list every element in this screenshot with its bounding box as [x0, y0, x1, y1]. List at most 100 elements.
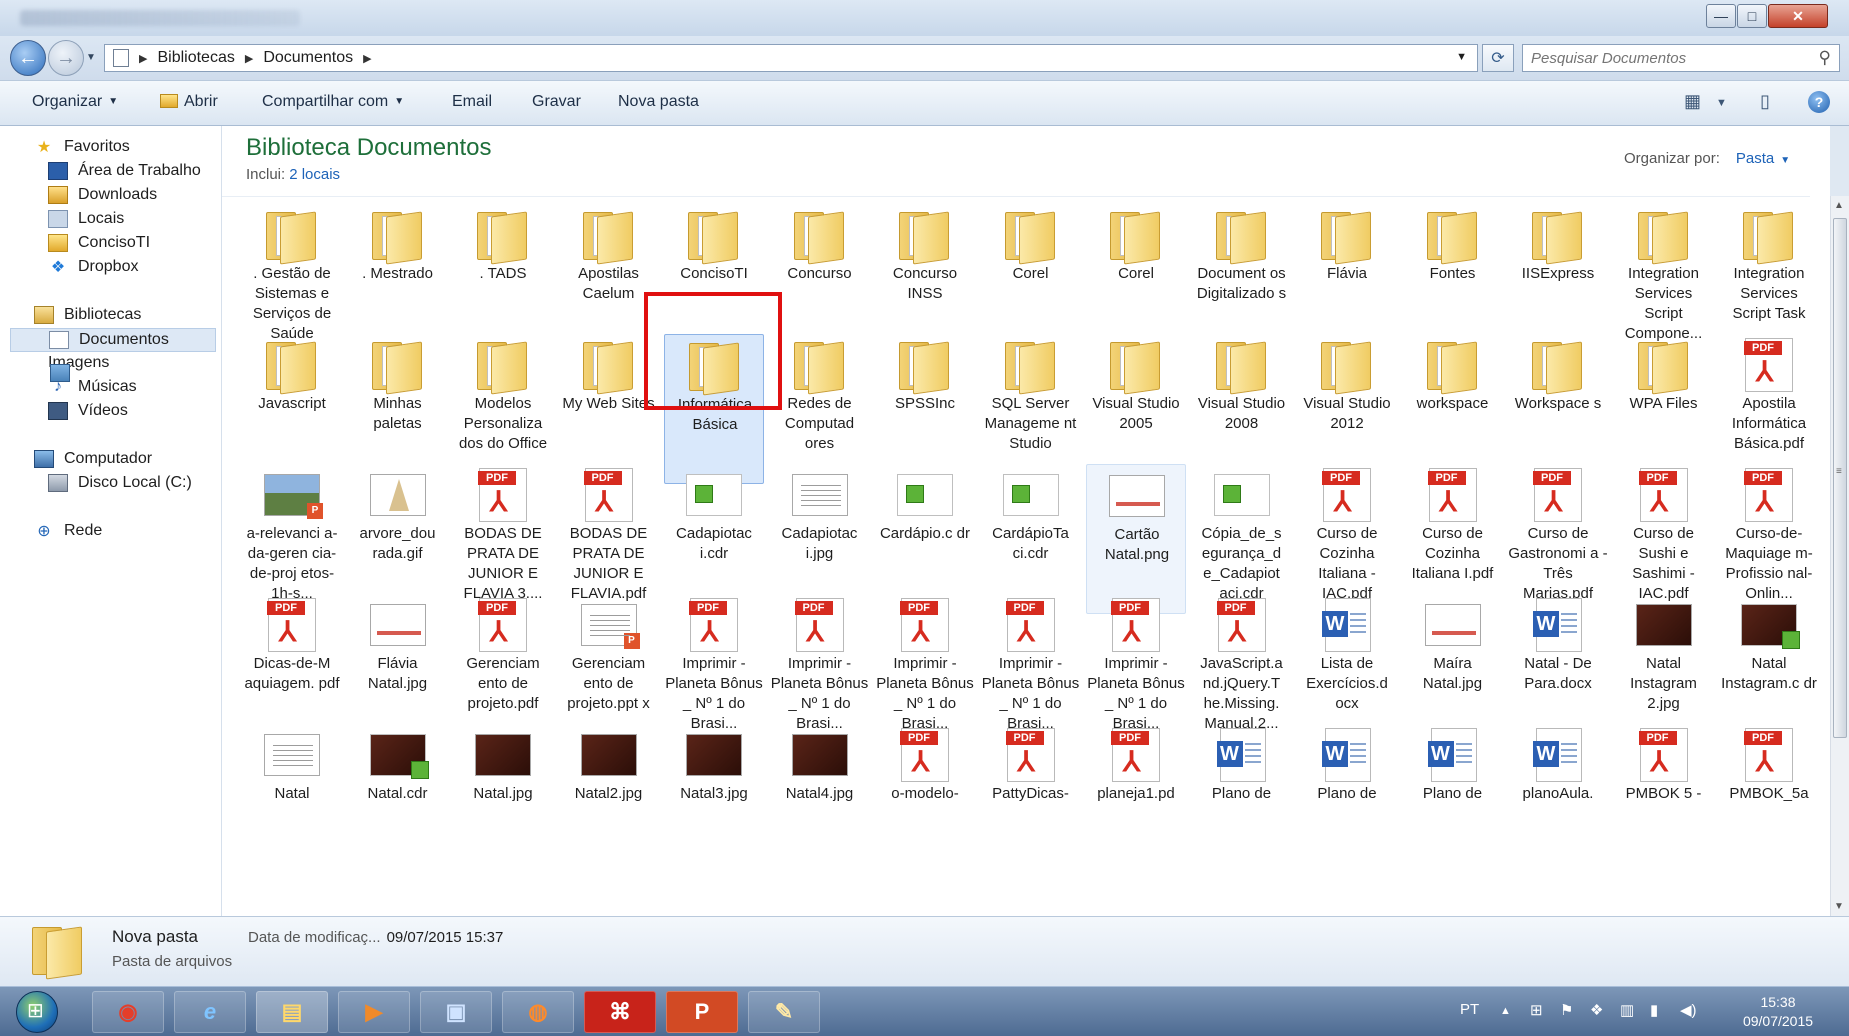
- organize-button[interactable]: Organizar ▼: [32, 93, 118, 111]
- firefox-icon[interactable]: ◍: [502, 991, 574, 1033]
- recent-pages-dropdown[interactable]: ▼: [86, 52, 96, 63]
- file-item[interactable]: IISExpress: [1508, 204, 1608, 354]
- action-center-flag-icon[interactable]: ⚑: [1560, 1001, 1573, 1019]
- email-button[interactable]: Email: [452, 93, 492, 111]
- address-bar[interactable]: ▶ Bibliotecas ▶ Documentos ▶ ▼: [104, 44, 1478, 72]
- file-item[interactable]: WPA Files: [1614, 334, 1714, 484]
- nav-downloads[interactable]: Downloads: [48, 186, 157, 204]
- breadcrumb-bibliotecas[interactable]: Bibliotecas: [157, 49, 234, 67]
- nav-documents[interactable]: Documentos: [10, 328, 216, 352]
- file-item[interactable]: PDF ⅄ Curso de Cozinha Italiana I.pdf: [1403, 464, 1503, 614]
- preview-pane-icon[interactable]: ▯: [1760, 91, 1770, 112]
- nav-pictures[interactable]: Imagens: [48, 354, 109, 382]
- file-item[interactable]: PDF ⅄ Imprimir - Planeta Bônus _ Nº 1 do B…: [981, 594, 1081, 744]
- file-item[interactable]: P Gerenciam ento de projeto.ppt x: [559, 594, 659, 744]
- file-item[interactable]: PDF ⅄ o-modelo-: [875, 724, 975, 874]
- nav-computer[interactable]: Computador: [34, 450, 152, 468]
- file-item[interactable]: W Lista de Exercícios.d ocx: [1297, 594, 1397, 744]
- file-item[interactable]: Maíra Natal.jpg: [1403, 594, 1503, 744]
- file-item[interactable]: Cadapiotac i.jpg: [770, 464, 870, 614]
- file-item[interactable]: Cadapiotac i.cdr: [664, 464, 764, 614]
- file-item[interactable]: Redes de Computad ores: [770, 334, 870, 484]
- breadcrumb-separator-icon[interactable]: ▶: [245, 52, 253, 65]
- file-item[interactable]: SPSSInc: [875, 334, 975, 484]
- nav-concisoti[interactable]: ConcisoTI: [48, 234, 150, 252]
- file-item[interactable]: Natal4.jpg: [770, 724, 870, 874]
- minimize-button[interactable]: —: [1706, 4, 1736, 28]
- back-button[interactable]: ←: [10, 40, 46, 76]
- breadcrumb-documentos[interactable]: Documentos: [263, 49, 353, 67]
- file-item[interactable]: workspace: [1403, 334, 1503, 484]
- file-item[interactable]: PDF ⅄ Curso-de- Maquiage m-Profissio nal-O…: [1719, 464, 1819, 614]
- file-item[interactable]: Javascript: [242, 334, 342, 484]
- nav-local-disk[interactable]: Disco Local (C:): [48, 474, 192, 492]
- file-item[interactable]: Fontes: [1403, 204, 1503, 354]
- file-item[interactable]: Natal2.jpg: [559, 724, 659, 874]
- file-item[interactable]: Concurso: [770, 204, 870, 354]
- file-item[interactable]: Cópia_de_s egurança_d e_Cadapiot aci.cdr: [1192, 464, 1292, 614]
- nav-dropbox[interactable]: ❖ Dropbox: [48, 258, 139, 276]
- file-item[interactable]: PDF ⅄ PMBOK_5a: [1719, 724, 1819, 874]
- file-item[interactable]: W Plano de: [1297, 724, 1397, 874]
- scroll-up-icon[interactable]: ▲: [1834, 200, 1844, 211]
- nav-places[interactable]: Locais: [48, 210, 124, 228]
- internet-explorer-icon[interactable]: e: [174, 991, 246, 1033]
- file-item[interactable]: PDF ⅄ planeja1.pd: [1086, 724, 1186, 874]
- file-item[interactable]: PDF ⅄ Curso de Gastronomi a - Três Marias.…: [1508, 464, 1608, 614]
- file-item[interactable]: Cardápio.c dr: [875, 464, 975, 614]
- file-item[interactable]: PDF ⅄ Imprimir - Planeta Bônus _ Nº 1 do B…: [664, 594, 764, 744]
- nav-network[interactable]: ⊕ Rede: [34, 522, 102, 540]
- library-locations-link[interactable]: 2 locais: [289, 166, 340, 183]
- file-item[interactable]: Integration Services Script Compone...: [1614, 204, 1714, 354]
- file-item[interactable]: Natal.cdr: [348, 724, 448, 874]
- change-view-icon[interactable]: ▦: [1684, 91, 1701, 112]
- chevron-down-icon[interactable]: ▼: [1780, 155, 1790, 166]
- windows-explorer-icon[interactable]: ▤: [256, 991, 328, 1033]
- file-item[interactable]: W Natal - De Para.docx: [1508, 594, 1608, 744]
- file-item[interactable]: PDF ⅄ Imprimir - Planeta Bônus _ Nº 1 do B…: [875, 594, 975, 744]
- file-item[interactable]: Natal Instagram 2.jpg: [1614, 594, 1714, 744]
- file-item[interactable]: PDF ⅄ PattyDicas-: [981, 724, 1081, 874]
- remote-desktop-icon[interactable]: ▣: [420, 991, 492, 1033]
- file-item[interactable]: SQL Server Manageme nt Studio: [981, 334, 1081, 484]
- search-box[interactable]: ⚲: [1522, 44, 1840, 72]
- refresh-button[interactable]: ⟳: [1482, 44, 1514, 72]
- file-item[interactable]: Cartão Natal.png: [1086, 464, 1186, 614]
- nav-libraries[interactable]: Bibliotecas: [34, 306, 141, 324]
- view-dropdown-icon[interactable]: ▼: [1716, 97, 1727, 109]
- scrollbar-thumb[interactable]: [1833, 218, 1847, 738]
- file-item[interactable]: PDF ⅄ PMBOK 5 -: [1614, 724, 1714, 874]
- file-item[interactable]: PDF ⅄ BODAS DE PRATA DE JUNIOR E FLAVIA 3.…: [453, 464, 553, 614]
- file-item[interactable]: PDF ⅄ BODAS DE PRATA DE JUNIOR E FLAVIA.pd…: [559, 464, 659, 614]
- file-item[interactable]: Corel: [1086, 204, 1186, 354]
- file-item[interactable]: . Gestão de Sistemas e Serviços de Saúde: [242, 204, 342, 354]
- nav-videos[interactable]: Vídeos: [48, 402, 128, 420]
- file-item[interactable]: Visual Studio 2005: [1086, 334, 1186, 484]
- nav-desktop[interactable]: Área de Trabalho: [48, 162, 201, 180]
- file-item[interactable]: Pa-relevanci a-da-geren cia-de-proj etos…: [242, 464, 342, 614]
- chrome-icon[interactable]: ◉: [92, 991, 164, 1033]
- show-hidden-icons-icon[interactable]: ▲: [1500, 1005, 1511, 1017]
- file-item[interactable]: Document os Digitalizado s: [1192, 204, 1292, 354]
- file-item[interactable]: Integration Services Script Task: [1719, 204, 1819, 354]
- search-input[interactable]: [1523, 45, 1793, 71]
- media-player-icon[interactable]: ▶: [338, 991, 410, 1033]
- file-item[interactable]: PDF ⅄ Dicas-de-M aquiagem. pdf: [242, 594, 342, 744]
- nav-favorites[interactable]: ★ Favoritos: [34, 138, 130, 156]
- breadcrumb-separator-icon[interactable]: ▶: [363, 52, 371, 65]
- file-item[interactable]: W Plano de: [1403, 724, 1503, 874]
- file-item[interactable]: Natal: [242, 724, 342, 874]
- file-item[interactable]: PDF ⅄ Imprimir - Planeta Bônus _ Nº 1 do B…: [1086, 594, 1186, 744]
- file-item[interactable]: Concurso INSS: [875, 204, 975, 354]
- file-item[interactable]: PDF ⅄ Imprimir - Planeta Bônus _ Nº 1 do B…: [770, 594, 870, 744]
- search-icon[interactable]: ⚲: [1819, 48, 1831, 68]
- file-item[interactable]: . TADS: [453, 204, 553, 354]
- arrange-by-dropdown[interactable]: Pasta: [1736, 150, 1774, 167]
- file-item[interactable]: PDF ⅄ Curso de Sushi e Sashimi - IAC.pdf: [1614, 464, 1714, 614]
- breadcrumb-separator-icon[interactable]: ▶: [139, 52, 147, 65]
- scroll-down-icon[interactable]: ▼: [1834, 901, 1844, 912]
- open-button[interactable]: Abrir: [160, 93, 218, 111]
- file-item[interactable]: Visual Studio 2008: [1192, 334, 1292, 484]
- paint-icon[interactable]: ✎: [748, 991, 820, 1033]
- acrobat-icon[interactable]: ⌘: [584, 991, 656, 1033]
